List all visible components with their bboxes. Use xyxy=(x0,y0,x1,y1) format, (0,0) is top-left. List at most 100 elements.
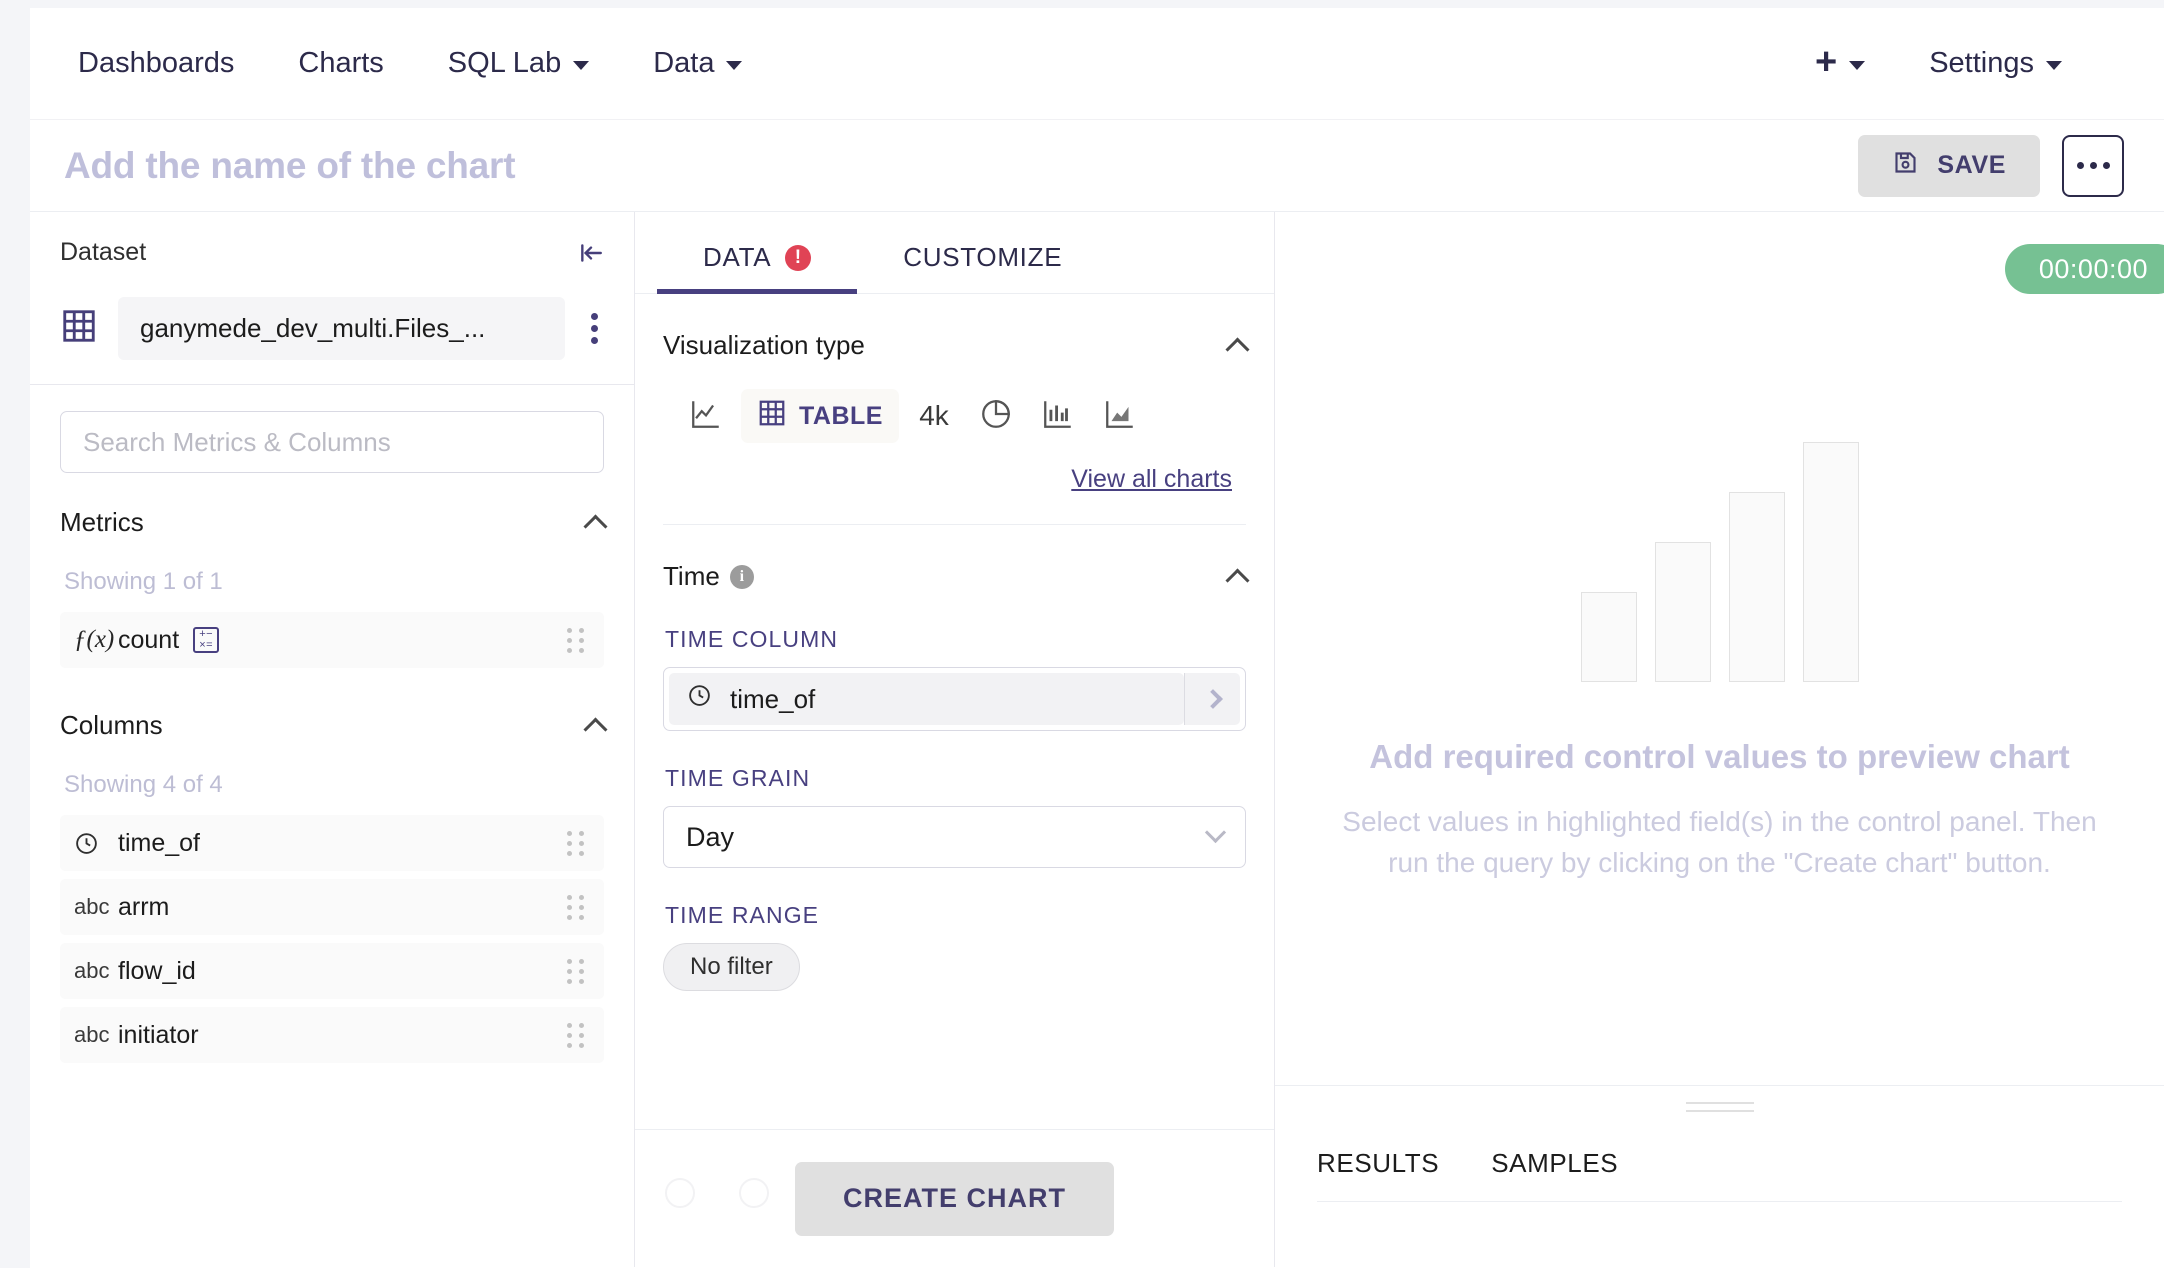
control-panel: DATA ! CUSTOMIZE Visualization type TABL… xyxy=(635,212,1275,1267)
time-column-control[interactable]: time_of xyxy=(663,667,1246,731)
control-sections: Visualization type TABLE 4k View all cha… xyxy=(635,294,1274,991)
columns-section: Columns Showing 4 of 4 time_of abc arrm xyxy=(30,676,634,1071)
placeholder-bar-chart xyxy=(1580,412,1859,682)
viz-option-table[interactable]: TABLE xyxy=(741,389,899,443)
error-badge-icon: ! xyxy=(785,244,812,271)
nav-item-dashboards[interactable]: Dashboards xyxy=(46,47,266,80)
dot xyxy=(591,337,598,344)
dataset-name[interactable]: ganymede_dev_multi.Files_... xyxy=(118,297,565,360)
metrics-title: Metrics xyxy=(60,507,144,537)
chevron-down-icon xyxy=(1849,61,1866,70)
clock-icon xyxy=(687,683,712,715)
metric-item-count[interactable]: ƒ(x) count +− ×= xyxy=(60,612,604,668)
view-all-charts-wrap: View all charts xyxy=(663,443,1246,494)
create-chart-button[interactable]: CREATE CHART xyxy=(795,1161,1114,1236)
time-grain-value: Day xyxy=(686,821,735,852)
abc-icon: abc xyxy=(74,1022,110,1047)
tab-customize[interactable]: CUSTOMIZE xyxy=(857,242,1108,293)
nav-item-data[interactable]: Data xyxy=(621,47,774,80)
results-panel: RESULTS SAMPLES xyxy=(1275,1085,2164,1267)
columns-showing-count: Showing 4 of 4 xyxy=(64,771,223,798)
chart-empty-state: Add required control values to preview c… xyxy=(1275,212,2164,1085)
collapse-panel-icon[interactable] xyxy=(578,240,604,266)
nav-item-charts[interactable]: Charts xyxy=(266,47,415,80)
time-range-filter-pill[interactable]: No filter xyxy=(663,943,800,991)
placeholder-bar xyxy=(1580,592,1637,682)
viz-option-pie-chart[interactable] xyxy=(969,389,1023,443)
chevron-down-icon xyxy=(1204,821,1227,843)
column-item-arrm[interactable]: abc arrm xyxy=(60,879,604,935)
nav-settings-menu[interactable]: Settings xyxy=(1897,47,2094,80)
viz-option-area-chart[interactable] xyxy=(1093,389,1147,443)
top-navbar: Dashboards Charts SQL Lab Data + Setting… xyxy=(30,8,2164,120)
drag-handle-icon[interactable] xyxy=(567,1022,586,1048)
column-label: arrm xyxy=(118,892,170,921)
time-grain-select[interactable]: Day xyxy=(663,806,1246,868)
column-label: flow_id xyxy=(118,956,196,985)
empty-state-title: Add required control values to preview c… xyxy=(1369,738,2070,775)
save-button[interactable]: SAVE xyxy=(1858,134,2040,197)
dataset-menu-icon[interactable] xyxy=(585,307,604,350)
chevron-right-icon xyxy=(1202,689,1223,709)
column-label: initiator xyxy=(118,1020,199,1049)
columns-section-header[interactable]: Columns xyxy=(60,676,608,742)
control-scroll-area[interactable]: Visualization type TABLE 4k View all cha… xyxy=(635,294,1274,1129)
save-button-label: SAVE xyxy=(1937,151,2006,179)
metrics-section-header[interactable]: Metrics xyxy=(60,473,608,539)
search-input[interactable] xyxy=(60,411,604,473)
line-chart-icon xyxy=(689,397,723,436)
dot xyxy=(2076,162,2084,169)
more-options-button[interactable] xyxy=(2062,134,2124,197)
nav-item-label: Data xyxy=(653,47,715,79)
clock-icon xyxy=(74,831,118,856)
chevron-down-icon xyxy=(573,61,590,70)
nav-item-label: Charts xyxy=(298,47,384,79)
chevron-up-icon xyxy=(1225,337,1250,362)
nav-item-sql-lab[interactable]: SQL Lab xyxy=(416,47,621,80)
viz-type-section-header[interactable]: Visualization type xyxy=(663,294,1250,362)
tab-data[interactable]: DATA ! xyxy=(657,242,858,294)
time-title: Time i xyxy=(663,561,754,592)
chart-preview-panel: 00:00:00 Add required control values to … xyxy=(1275,212,2164,1267)
chart-title-input[interactable]: Add the name of the chart xyxy=(64,145,516,187)
chevron-up-icon xyxy=(1225,568,1250,593)
view-all-charts-link[interactable]: View all charts xyxy=(1071,465,1232,493)
create-chart-bar: CREATE CHART xyxy=(635,1129,1274,1267)
tab-results[interactable]: RESULTS xyxy=(1317,1148,1491,1201)
nav-item-label: SQL Lab xyxy=(447,47,562,79)
viz-option-line-chart[interactable] xyxy=(679,389,733,443)
tab-label: CUSTOMIZE xyxy=(903,242,1063,272)
column-item-time-of[interactable]: time_of xyxy=(60,815,604,871)
nav-new-menu[interactable]: + xyxy=(1783,43,1897,83)
calculator-icon: +− ×= xyxy=(193,627,220,653)
column-label: time_of xyxy=(118,828,200,857)
placeholder-bar xyxy=(1802,442,1859,682)
drag-handle-icon[interactable] xyxy=(567,830,586,856)
time-column-label: TIME COLUMN xyxy=(665,626,839,652)
viz-option-bar-chart[interactable] xyxy=(1031,389,1085,443)
decorative-circles xyxy=(665,1178,769,1208)
viz-type-title: Visualization type xyxy=(663,330,865,360)
drag-handle-icon[interactable] xyxy=(567,894,586,920)
chevron-down-icon xyxy=(726,61,743,70)
time-grain-label: TIME GRAIN xyxy=(665,765,811,791)
placeholder-bar xyxy=(1654,542,1711,682)
panel-resize-handle[interactable] xyxy=(1685,1102,1754,1112)
chevron-up-icon xyxy=(583,514,608,539)
viz-type-options: TABLE 4k xyxy=(663,361,1246,443)
empty-state-line-2: run the query by clicking on the "Create… xyxy=(1388,846,2051,878)
info-icon[interactable]: i xyxy=(729,564,754,589)
viz-option-big-number[interactable]: 4k xyxy=(907,389,961,443)
empty-state-line-1: Select values in highlighted field(s) in… xyxy=(1342,806,2097,837)
control-tabs: DATA ! CUSTOMIZE xyxy=(635,212,1274,294)
drag-handle-icon[interactable] xyxy=(567,958,586,984)
pie-chart-icon xyxy=(979,397,1013,436)
time-column-expand-button[interactable] xyxy=(1184,673,1240,725)
column-item-flow-id[interactable]: abc flow_id xyxy=(60,943,604,999)
tab-samples[interactable]: SAMPLES xyxy=(1491,1148,1656,1201)
time-column-value: time_of xyxy=(730,683,816,714)
chart-header: Add the name of the chart SAVE xyxy=(30,120,2164,212)
column-item-initiator[interactable]: abc initiator xyxy=(60,1007,604,1063)
time-section-header[interactable]: Time i xyxy=(663,525,1250,593)
drag-handle-icon[interactable] xyxy=(567,627,586,653)
